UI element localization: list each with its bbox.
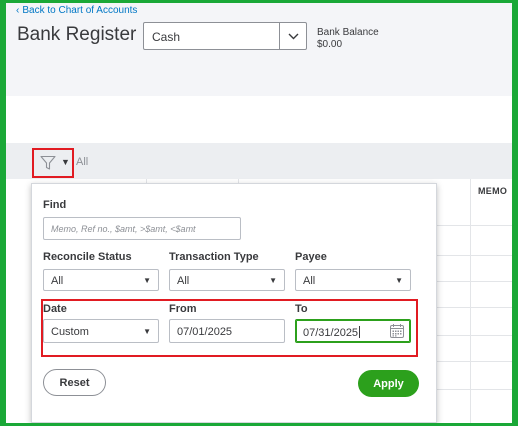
from-label: From xyxy=(169,303,197,315)
to-date-input[interactable]: 07/31/2025 xyxy=(295,319,411,343)
reset-button[interactable]: Reset xyxy=(43,369,106,396)
from-date-value: 07/01/2025 xyxy=(177,326,233,338)
memo-column-header[interactable]: MEMO xyxy=(478,186,507,196)
filter-summary-label: All xyxy=(76,156,89,168)
transaction-type-label: Transaction Type xyxy=(169,251,259,263)
filter-button[interactable]: ▼ xyxy=(32,148,74,178)
payee-label: Payee xyxy=(295,251,327,263)
column-divider xyxy=(470,179,471,423)
reconcile-status-value: All xyxy=(51,275,64,287)
date-select[interactable]: Custom ▼ xyxy=(43,319,159,343)
row-divider xyxy=(426,361,512,362)
back-link-label: Back to Chart of Accounts xyxy=(22,5,138,16)
date-label: Date xyxy=(43,303,67,315)
caret-down-icon: ▼ xyxy=(61,157,70,167)
row-divider xyxy=(426,255,512,256)
calendar-icon[interactable] xyxy=(389,323,405,339)
row-divider xyxy=(426,225,512,226)
from-date-input[interactable]: 07/01/2025 xyxy=(169,319,285,343)
text-cursor xyxy=(359,326,361,338)
caret-down-icon: ▼ xyxy=(143,327,151,336)
to-label: To xyxy=(295,303,308,315)
bank-balance-amount: $0.00 xyxy=(317,39,343,50)
reconcile-status-select[interactable]: All ▼ xyxy=(43,269,159,291)
transaction-type-select[interactable]: All ▼ xyxy=(169,269,285,291)
caret-down-icon: ▼ xyxy=(143,276,151,285)
transaction-type-value: All xyxy=(177,275,190,287)
find-label: Find xyxy=(43,199,67,211)
caret-down-icon: ▼ xyxy=(269,276,277,285)
bank-balance-label: Bank Balance xyxy=(317,27,379,38)
apply-button[interactable]: Apply xyxy=(358,370,419,397)
find-input[interactable] xyxy=(43,217,241,240)
app-frame: ‹ Back to Chart of Accounts Bank Register… xyxy=(6,3,512,423)
filter-panel: Find Reconcile Status All ▼ Transaction … xyxy=(31,183,437,423)
funnel-icon xyxy=(40,155,56,170)
reconcile-status-label: Reconcile Status xyxy=(43,251,132,263)
back-to-chart-of-accounts-link[interactable]: ‹ Back to Chart of Accounts xyxy=(16,5,137,16)
caret-down-icon: ▼ xyxy=(395,276,403,285)
row-divider xyxy=(426,335,512,336)
account-select[interactable]: Cash xyxy=(143,22,307,50)
page-title: Bank Register xyxy=(17,24,137,45)
chevron-down-icon[interactable] xyxy=(279,23,306,49)
payee-value: All xyxy=(303,275,316,287)
payee-select[interactable]: All ▼ xyxy=(295,269,411,291)
to-date-text: 07/31/2025 xyxy=(303,327,359,339)
row-divider xyxy=(426,307,512,308)
account-select-value: Cash xyxy=(152,30,181,44)
date-select-value: Custom xyxy=(51,326,89,338)
to-date-value: 07/31/2025 xyxy=(303,326,361,339)
row-divider xyxy=(426,389,512,390)
chevron-left-icon: ‹ xyxy=(16,5,20,16)
row-divider xyxy=(426,281,512,282)
